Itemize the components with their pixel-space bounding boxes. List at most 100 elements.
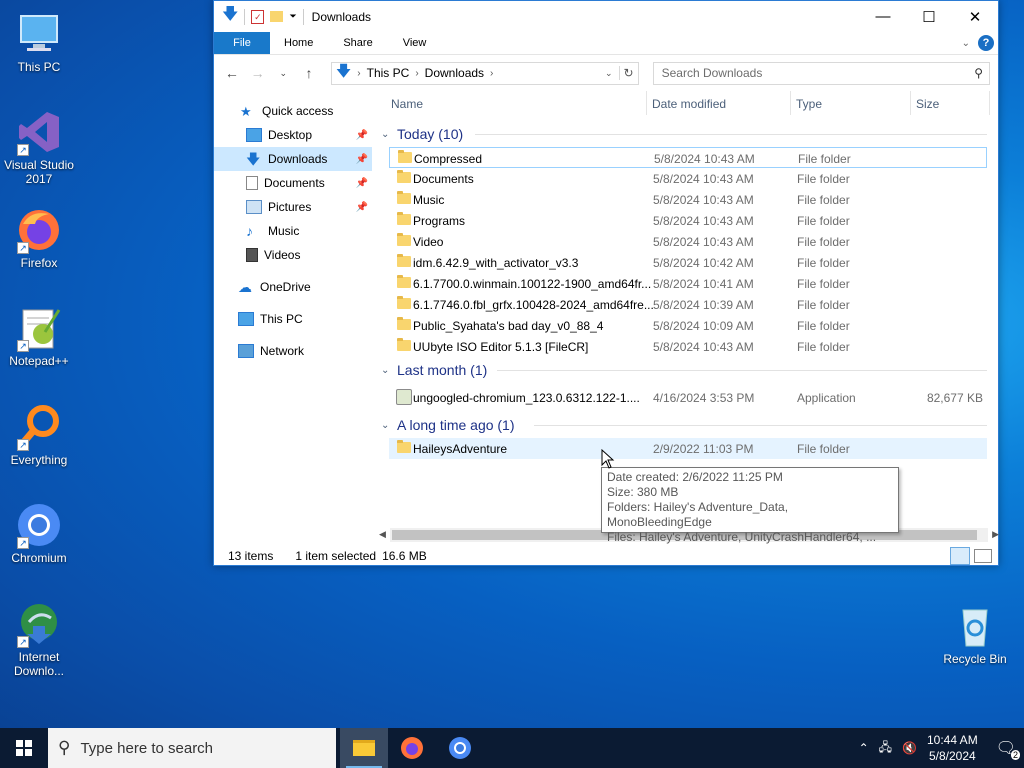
help-icon[interactable]: ?	[978, 35, 994, 51]
properties-icon[interactable]: ✓	[251, 9, 265, 24]
pin-icon[interactable]: 📌	[356, 130, 368, 141]
file-row[interactable]: Music 5/8/2024 10:43 AM File folder	[389, 189, 987, 210]
file-row[interactable]: idm.6.42.9_with_activator_v3.3 5/8/2024 1…	[389, 252, 987, 273]
nav-onedrive[interactable]: ☁ OneDrive	[214, 275, 372, 299]
tab-home[interactable]: Home	[270, 32, 328, 54]
taskbar-firefox[interactable]	[388, 728, 436, 768]
taskbar-chromium[interactable]	[436, 728, 484, 768]
breadcrumb-downloads[interactable]: Downloads	[425, 66, 484, 80]
clock[interactable]: 10:44 AM 5/8/2024	[927, 732, 978, 764]
file-date-modified: 4/16/2024 3:53 PM	[653, 391, 755, 405]
group-header-long-ago[interactable]: ⌄ A long time ago (1)	[379, 412, 999, 438]
nav-item-downloads[interactable]: 🡇 Downloads 📌	[214, 147, 372, 171]
nav-network[interactable]: Network	[214, 339, 372, 363]
group-header-today[interactable]: ⌄ Today (10)	[379, 121, 999, 147]
breadcrumb-this-pc[interactable]: This PC	[367, 66, 410, 80]
collapse-icon[interactable]: ⌄	[381, 129, 397, 140]
scroll-left-icon[interactable]: ◀	[379, 529, 386, 540]
title-bar: 🡇 ✓ ⏷ Downloads — ☐ ✕	[214, 1, 998, 32]
forward-arrow-icon[interactable]: →	[248, 65, 268, 81]
file-name: ungoogled-chromium_123.0.6312.122-1....	[413, 391, 640, 405]
file-type: Application	[797, 391, 856, 405]
file-row[interactable]: HaileysAdventure 2/9/2022 11:03 PM File fo…	[389, 438, 987, 459]
nav-item-videos[interactable]: Videos	[214, 243, 372, 267]
file-row[interactable]: 6.1.7746.0.fbl_grfx.100428-2024_amd64fre…	[389, 294, 987, 315]
file-name: idm.6.42.9_with_activator_v3.3	[413, 256, 579, 270]
desktop-icon-everything[interactable]: ↗ Everything	[0, 403, 78, 467]
nav-label: Videos	[264, 248, 301, 262]
up-arrow-icon[interactable]: ↑	[299, 65, 319, 81]
file-date-modified: 5/8/2024 10:43 AM	[653, 214, 754, 228]
tab-share[interactable]: Share	[328, 32, 387, 54]
minimize-button[interactable]: —	[860, 1, 906, 32]
collapse-icon[interactable]: ⌄	[381, 420, 397, 431]
file-tab[interactable]: File	[214, 32, 270, 54]
selection-size: 16.6 MB	[382, 549, 427, 563]
file-type: File folder	[798, 152, 851, 166]
search-input[interactable]: Search Downloads ⚲	[652, 61, 990, 85]
desktop-icon-chromium[interactable]: ↗ Chromium	[0, 501, 78, 565]
nav-item-music[interactable]: ♪ Music	[214, 219, 372, 243]
file-row[interactable]: ungoogled-chromium_123.0.6312.122-1.... 4…	[389, 387, 987, 408]
collapse-icon[interactable]: ⌄	[381, 365, 397, 376]
item-count: 13 items	[228, 549, 274, 563]
search-icon[interactable]: ⚲	[974, 66, 983, 80]
desktop-icon-this-pc[interactable]: This PC	[0, 10, 78, 74]
network-status-icon[interactable]: 🖧	[879, 738, 892, 759]
scroll-right-icon[interactable]: ▶	[992, 529, 999, 540]
close-button[interactable]: ✕	[952, 1, 998, 32]
ribbon-expand-icon[interactable]: ⌄	[962, 38, 970, 49]
recent-locations-icon[interactable]: ⌄	[273, 68, 293, 79]
desktop-icon-visual-studio[interactable]: ↗ Visual Studio 2017	[0, 108, 78, 186]
chevron-up-icon[interactable]: ⌃	[859, 741, 869, 755]
desktop-icon-notepadpp[interactable]: ↗ Notepad++	[0, 304, 78, 368]
maximize-button[interactable]: ☐	[906, 1, 952, 32]
navigation-pane: ★ Quick access Desktop 📌 🡇 Downloads 📌 D…	[214, 99, 372, 539]
file-row[interactable]: UUbyte ISO Editor 5.1.3 [FileCR] 5/8/2024…	[389, 336, 987, 357]
desktop-icon-label: Recycle Bin	[943, 652, 1007, 666]
pin-icon[interactable]: 📌	[356, 154, 368, 165]
file-row[interactable]: Public_Syahata's bad day_v0_88_4 5/8/2024…	[389, 315, 987, 336]
column-date-modified[interactable]: Date modified	[652, 97, 726, 111]
volume-muted-icon[interactable]: 🔇	[902, 741, 917, 755]
everything-icon: ↗	[15, 403, 63, 451]
column-name[interactable]: Name	[391, 97, 423, 111]
pin-icon[interactable]: 📌	[356, 202, 368, 213]
address-bar[interactable]: 🡇 › This PC › Downloads › ⌄ ↻	[330, 61, 639, 85]
nav-label: This PC	[260, 312, 303, 326]
desktop-icon-idm[interactable]: ↗ Internet Downlo...	[0, 600, 78, 678]
start-button[interactable]	[0, 728, 48, 768]
desktop-icon-recycle-bin[interactable]: Recycle Bin	[936, 602, 1014, 666]
group-header-last-month[interactable]: ⌄ Last month (1)	[379, 357, 999, 383]
address-dropdown-icon[interactable]: ⌄	[605, 68, 613, 79]
file-type: File folder	[797, 277, 850, 291]
pin-icon[interactable]: 📌	[356, 178, 368, 189]
nav-this-pc[interactable]: This PC	[214, 307, 372, 331]
taskbar-search-box[interactable]: ⚲ Type here to search	[48, 728, 336, 768]
column-type[interactable]: Type	[796, 97, 822, 111]
refresh-icon[interactable]: ↻	[618, 66, 638, 80]
tab-view[interactable]: View	[388, 32, 442, 54]
file-row[interactable]: Compressed 5/8/2024 10:43 AM File folder	[389, 147, 987, 168]
file-row[interactable]: 6.1.7700.0.winmain.100122-1900_amd64fr..…	[389, 273, 987, 294]
file-row[interactable]: Documents 5/8/2024 10:43 AM File folder	[389, 168, 987, 189]
file-row[interactable]: Video 5/8/2024 10:43 AM File folder	[389, 231, 987, 252]
customize-toolbar-icon[interactable]: ⏷	[289, 11, 296, 22]
column-size[interactable]: Size	[916, 97, 939, 111]
nav-item-desktop[interactable]: Desktop 📌	[214, 123, 372, 147]
taskbar-file-explorer[interactable]	[340, 728, 388, 768]
file-name: HaileysAdventure	[413, 442, 508, 456]
back-arrow-icon[interactable]: ←	[222, 65, 242, 81]
nav-item-documents[interactable]: Documents 📌	[214, 171, 372, 195]
notification-center-icon[interactable]: 🗨 2	[996, 738, 1020, 760]
file-date-modified: 5/8/2024 10:43 AM	[653, 340, 754, 354]
file-row[interactable]: Programs 5/8/2024 10:43 AM File folder	[389, 210, 987, 231]
nav-quick-access[interactable]: ★ Quick access	[214, 99, 372, 123]
new-folder-icon[interactable]	[270, 11, 284, 22]
nav-item-pictures[interactable]: Pictures 📌	[214, 195, 372, 219]
desktop-icon-firefox[interactable]: ↗ Firefox	[0, 206, 78, 270]
details-view-icon[interactable]	[950, 547, 970, 565]
file-type: File folder	[797, 340, 850, 354]
network-icon	[238, 344, 254, 358]
large-icons-view-icon[interactable]	[974, 549, 992, 563]
